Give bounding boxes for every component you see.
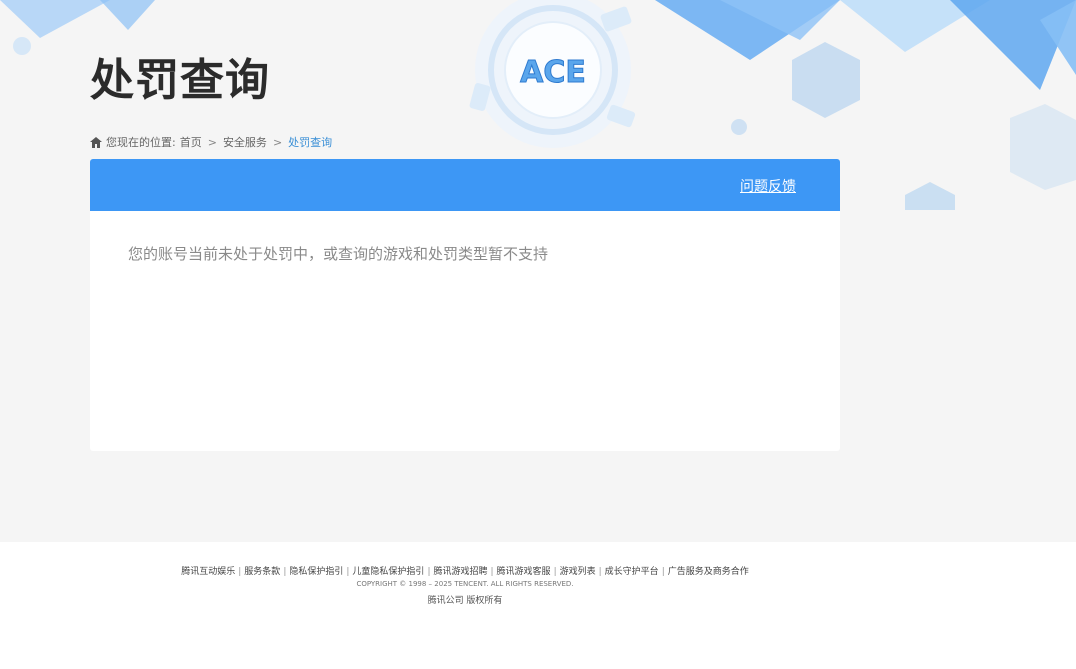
hero-banner: ACE 处罚查询 您现在的位置: 首页 > 安全服务 > 处罚查询 问题反馈 您…: [0, 0, 1076, 542]
footer-link-game-list[interactable]: 游戏列表: [560, 567, 596, 577]
footer-link-privacy[interactable]: 隐私保护指引: [289, 567, 343, 577]
footer-links: 腾讯互动娱乐 | 服务条款 | 隐私保护指引 | 儿童隐私保护指引 | 腾讯游戏招聘 | 腾讯游戏客…: [181, 567, 749, 577]
footer: 腾讯互动娱乐 | 服务条款 | 隐私保护指引 | 儿童隐私保护指引 | 腾讯游戏招聘 | 腾讯游戏客…: [0, 542, 1076, 669]
panel-body: 您的账号当前未处于处罚中，或查询的游戏和处罚类型暂不支持: [90, 211, 840, 451]
company-text: 腾讯公司 版权所有: [427, 596, 503, 606]
footer-link-ads-business[interactable]: 广告服务及商务合作: [668, 567, 749, 577]
breadcrumb-prefix: 您现在的位置:: [106, 136, 176, 149]
breadcrumb-item-current[interactable]: 处罚查询: [288, 134, 332, 150]
panel-header: 问题反馈: [90, 159, 840, 211]
breadcrumb-separator: >: [272, 135, 283, 149]
copyright-text: COPYRIGHT © 1998 – 2025 TENCENT. ALL RIG…: [356, 580, 574, 588]
footer-link-parental-guard[interactable]: 成长守护平台: [605, 567, 659, 577]
footer-link-terms[interactable]: 服务条款: [244, 567, 280, 577]
page-title: 处罚查询: [90, 55, 270, 106]
footer-link-tencent-games[interactable]: 腾讯互动娱乐: [181, 567, 235, 577]
ace-logo-icon: ACE: [469, 0, 636, 148]
breadcrumb-item-security[interactable]: 安全服务: [223, 134, 267, 150]
home-icon: [90, 136, 102, 148]
footer-link-support[interactable]: 腾讯游戏客服: [497, 567, 551, 577]
footer-link-careers[interactable]: 腾讯游戏招聘: [433, 567, 487, 577]
footer-link-child-privacy[interactable]: 儿童隐私保护指引: [352, 567, 424, 577]
feedback-link[interactable]: 问题反馈: [740, 176, 796, 196]
status-message: 您的账号当前未处于处罚中，或查询的游戏和处罚类型暂不支持: [128, 245, 549, 263]
breadcrumb-item-home[interactable]: 首页: [180, 134, 202, 150]
breadcrumb: 您现在的位置: 首页 > 安全服务 > 处罚查询: [90, 134, 332, 150]
ace-logo-text: ACE: [520, 55, 586, 90]
breadcrumb-separator: >: [207, 135, 217, 149]
